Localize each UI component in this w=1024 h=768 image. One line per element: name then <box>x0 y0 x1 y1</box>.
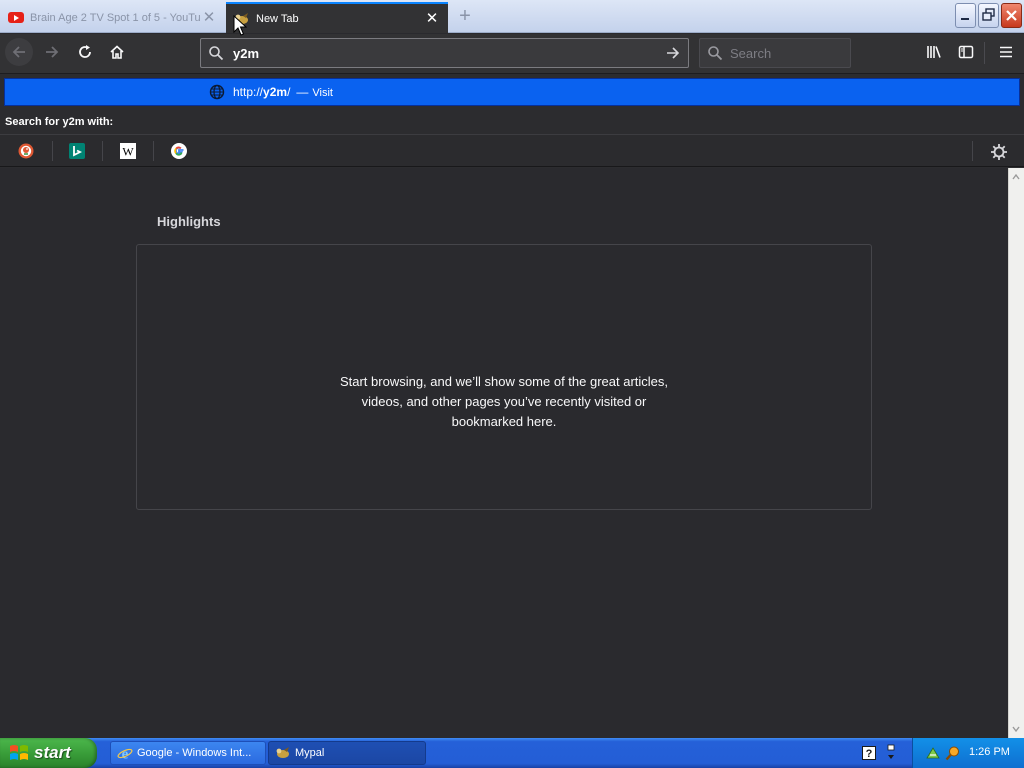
tab-title: New Tab <box>256 12 299 25</box>
suggestion-url-match: y2m <box>263 85 288 99</box>
search-icon <box>201 39 231 67</box>
address-bar[interactable]: y2m <box>200 38 689 68</box>
engine-divider <box>102 141 103 161</box>
one-off-search-label: Search for y2m with: <box>5 116 114 128</box>
suggestion-url-prefix: http:// <box>233 85 264 99</box>
hamburger-menu-icon[interactable] <box>992 38 1020 66</box>
tab-youtube[interactable]: Brain Age 2 TV Spot 1 of 5 - YouTube ✕ <box>0 2 225 33</box>
clock: 1:26 PM <box>969 746 1010 758</box>
wikipedia-icon[interactable]: W <box>119 142 137 160</box>
engine-divider <box>52 141 53 161</box>
taskbar-item-mypal[interactable]: Mypal <box>268 741 426 765</box>
go-arrow-icon[interactable] <box>658 39 688 67</box>
engine-divider <box>153 141 154 161</box>
address-bar-text[interactable]: y2m <box>231 46 658 61</box>
home-icon[interactable] <box>103 38 131 66</box>
scroll-down-arrow-icon[interactable] <box>1010 723 1022 735</box>
duckduckgo-icon[interactable] <box>17 142 35 160</box>
svg-text:W: W <box>122 145 134 159</box>
one-off-search-engines: W <box>0 134 1024 167</box>
scroll-up-arrow-icon[interactable] <box>1010 171 1022 183</box>
taskbar-item-label: Mypal <box>295 747 325 759</box>
bing-icon[interactable] <box>68 142 86 160</box>
new-tab-plus-icon[interactable]: + <box>454 6 476 28</box>
gear-icon[interactable] <box>989 142 1009 162</box>
windows-logo-icon <box>10 745 28 760</box>
magnifier-icon[interactable] <box>945 745 961 761</box>
start-button[interactable]: start <box>0 738 97 768</box>
taskbar-item-label: Google - Windows Int... <box>137 747 252 759</box>
search-bar[interactable] <box>699 38 851 68</box>
library-icon[interactable] <box>920 38 948 66</box>
system-tray: 1:26 PM <box>912 738 1024 768</box>
navigation-toolbar: y2m <box>0 34 1024 74</box>
search-icon <box>700 39 730 67</box>
engine-divider <box>972 141 973 161</box>
reload-icon[interactable] <box>71 38 99 66</box>
suggestion-url: http://y2m/ <box>233 85 290 99</box>
start-label: start <box>34 743 71 762</box>
tab-new-tab[interactable]: New Tab ✕ <box>226 2 448 33</box>
back-arrow-icon[interactable] <box>5 38 33 66</box>
sidebar-icon[interactable] <box>952 38 980 66</box>
internet-explorer-icon: e <box>117 745 133 761</box>
tab-strip: Brain Age 2 TV Spot 1 of 5 - YouTube ✕ N… <box>0 0 1024 33</box>
forward-arrow-icon[interactable] <box>38 38 66 66</box>
taskbar: start e Google - Windows Int... Mypal ? <box>0 738 1024 768</box>
suggestion-action-label: Visit <box>312 87 333 99</box>
help-icon[interactable]: ? <box>862 746 876 760</box>
close-window-button[interactable] <box>1001 3 1022 28</box>
autocomplete-suggestion[interactable]: http://y2m/ — Visit <box>4 78 1020 106</box>
tab-title: Brain Age 2 TV Spot 1 of 5 - YouTube <box>30 11 201 24</box>
mypal-icon <box>275 745 291 761</box>
restore-button[interactable] <box>978 3 999 28</box>
google-icon[interactable] <box>170 142 188 160</box>
tray-expand-arrow-icon[interactable] <box>886 744 896 762</box>
svg-text:?: ? <box>866 748 873 760</box>
taskbar-item-internet-explorer[interactable]: e Google - Windows Int... <box>110 741 266 765</box>
tab-close-icon[interactable]: ✕ <box>424 10 440 27</box>
youtube-icon <box>8 10 24 26</box>
search-input[interactable] <box>730 45 850 61</box>
mypal-icon <box>234 11 250 27</box>
suggestion-separator: — <box>296 85 309 99</box>
suggestion-url-suffix: / <box>287 85 291 99</box>
highlights-empty-message: Start browsing, and we’ll show some of t… <box>339 374 669 429</box>
minimize-button[interactable] <box>955 3 976 28</box>
globe-icon <box>208 83 226 101</box>
network-tools-icon[interactable] <box>925 745 941 761</box>
vertical-scrollbar[interactable] <box>1008 168 1024 738</box>
highlights-heading[interactable]: Highlights <box>157 214 221 229</box>
svg-text:e: e <box>122 747 129 762</box>
tab-close-icon[interactable]: ✕ <box>201 9 217 26</box>
toolbar-divider <box>984 42 985 64</box>
